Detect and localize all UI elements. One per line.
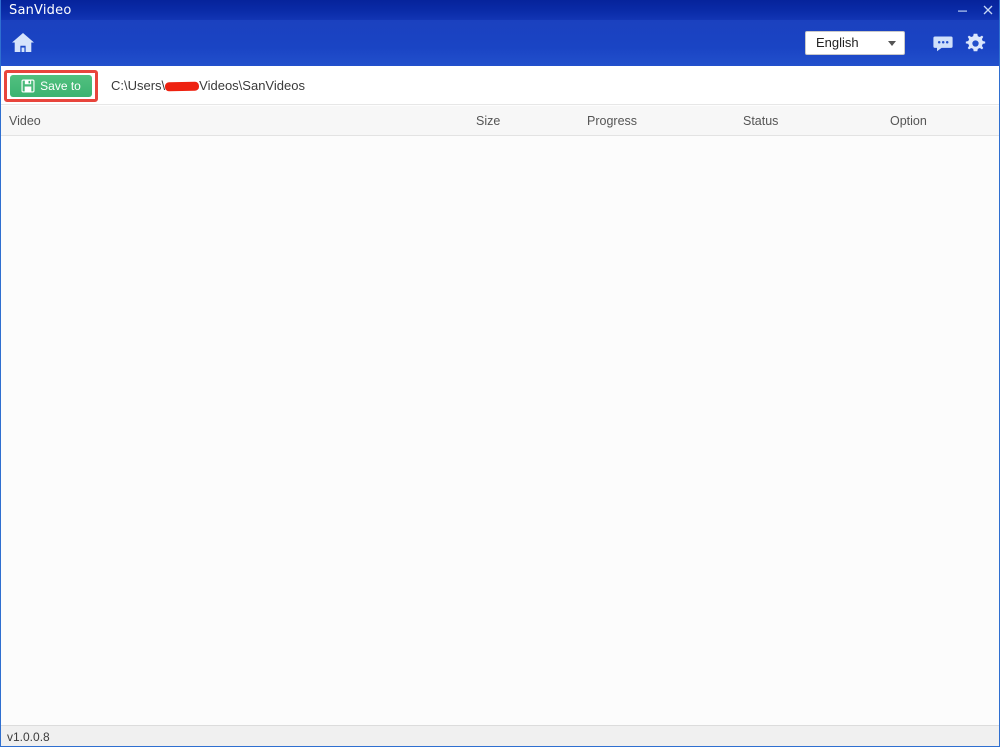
column-header-video: Video — [9, 106, 41, 136]
chat-bubble-icon — [932, 32, 954, 54]
download-list-body — [1, 136, 1000, 725]
column-header-progress: Progress — [587, 106, 637, 136]
settings-button[interactable] — [959, 27, 991, 59]
save-to-label: Save to — [40, 80, 81, 92]
app-title: SanVideo — [1, 4, 71, 17]
column-header-size: Size — [476, 106, 500, 136]
save-to-button[interactable]: Save to — [10, 75, 92, 97]
chevron-down-icon — [888, 41, 896, 46]
minimize-button[interactable] — [949, 0, 975, 20]
title-bar: SanVideo — [1, 0, 1000, 20]
status-bar: v1.0.0.8 — [1, 725, 1000, 747]
home-button[interactable] — [1, 20, 45, 66]
home-icon — [10, 31, 36, 55]
save-path-prefix: C:\Users\ — [111, 78, 165, 93]
save-path-suffix: Videos\SanVideos — [199, 78, 305, 93]
redacted-username-mark — [165, 82, 199, 92]
minimize-icon — [957, 5, 968, 16]
path-toolbar: Save to C:\Users\Videos\SanVideos Enter … — [1, 66, 1000, 105]
close-icon — [982, 4, 994, 16]
download-list-header: Video Size Progress Status Option — [1, 106, 1000, 136]
feedback-button[interactable] — [927, 27, 959, 59]
language-select-value: English — [806, 36, 859, 50]
app-window: SanVideo English — [0, 0, 1000, 747]
save-path-display: C:\Users\ Videos\SanVideos — [111, 66, 305, 105]
language-select[interactable]: English — [805, 31, 905, 55]
window-controls — [949, 0, 1000, 20]
column-header-status: Status — [743, 106, 778, 136]
close-button[interactable] — [975, 0, 1000, 20]
toolbar-right-group: English — [805, 27, 1000, 59]
main-toolbar: English — [1, 20, 1000, 66]
gear-icon — [964, 32, 987, 55]
version-label: v1.0.0.8 — [1, 731, 50, 743]
floppy-disk-save-icon — [21, 79, 35, 93]
column-header-option: Option — [890, 106, 927, 136]
